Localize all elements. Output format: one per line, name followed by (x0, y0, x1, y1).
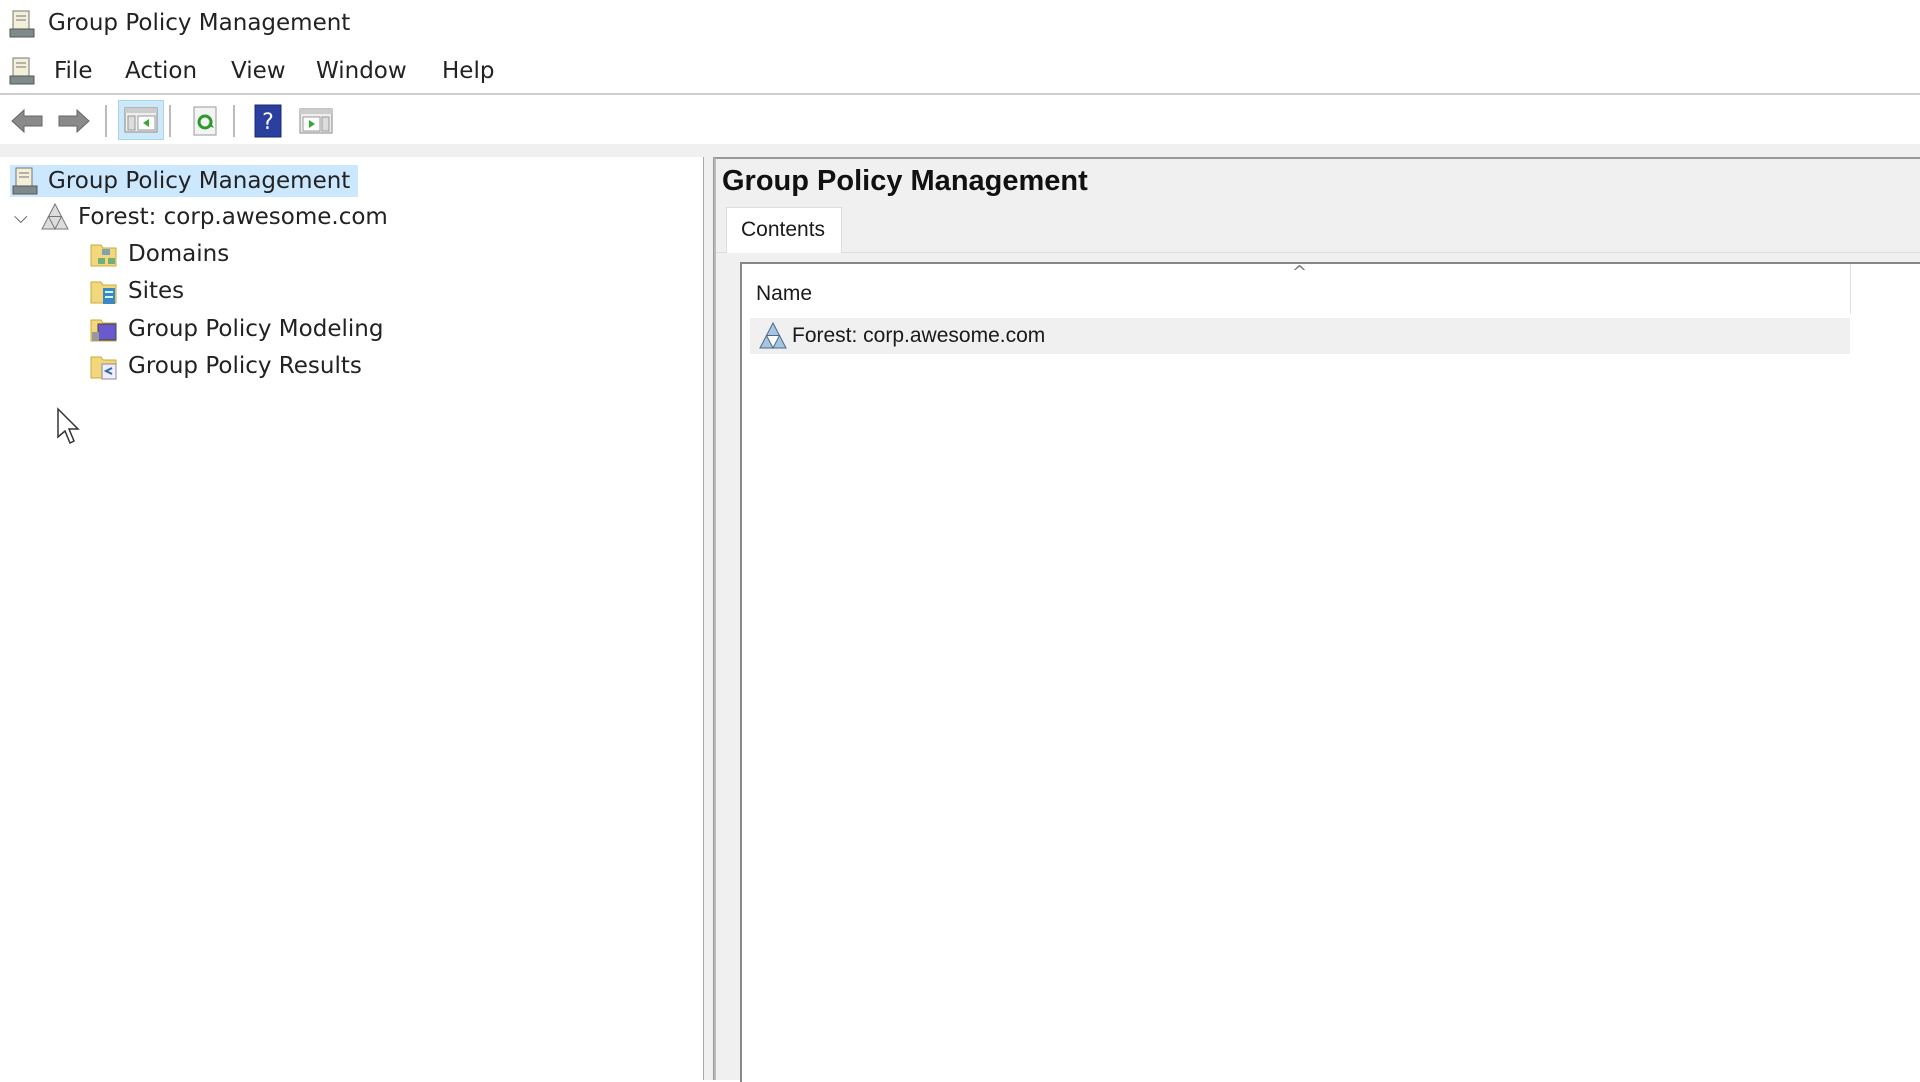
tree-item-label: Group Policy Results (128, 353, 362, 379)
pane-splitter[interactable] (704, 157, 714, 1080)
domains-folder-icon (90, 244, 117, 267)
column-divider[interactable] (1850, 264, 1851, 314)
toolbar-separator (105, 105, 107, 137)
refresh-button[interactable] (186, 103, 224, 139)
tree-item-group-policy-modeling[interactable]: Group Policy Modeling (90, 313, 383, 345)
menu-view[interactable]: View (231, 58, 286, 84)
chevron-down-icon[interactable]: ⌵ (14, 207, 40, 228)
contents-list: ^ Name Forest: corp.awesome.com (740, 262, 1920, 1082)
menu-bar: File Action View Window Help (0, 50, 1920, 95)
menu-help[interactable]: Help (442, 58, 494, 84)
help-icon: ? (254, 104, 282, 138)
show-hide-action-pane-button[interactable] (297, 103, 335, 139)
menu-file[interactable]: File (54, 58, 93, 84)
svg-text:?: ? (262, 110, 274, 135)
tree-item-group-policy-management[interactable]: Group Policy Management (10, 165, 359, 197)
tree-item-domains[interactable]: Domains (90, 238, 229, 270)
action-pane-icon (299, 108, 333, 134)
gpm-app-icon (9, 10, 35, 38)
toolbar-separator (233, 105, 235, 137)
tree-item-forest[interactable]: ⌵ Forest: corp.awesome.com (14, 201, 388, 233)
refresh-icon (193, 106, 217, 136)
back-button[interactable] (8, 103, 46, 139)
forest-icon (41, 202, 69, 231)
menu-action[interactable]: Action (125, 58, 197, 84)
results-icon (90, 356, 117, 380)
tree-item-label: Forest: corp.awesome.com (78, 204, 388, 230)
system-menu-icon[interactable] (8, 56, 36, 86)
list-item-label: Forest: corp.awesome.com (792, 324, 1046, 347)
toolbar: ? (0, 97, 1920, 144)
forward-button[interactable] (55, 103, 93, 139)
toolbar-divider (0, 144, 1920, 157)
tree-item-label: Group Policy Modeling (128, 316, 384, 342)
gpm-icon (12, 167, 38, 195)
window-title: Group Policy Management (48, 10, 351, 36)
column-header-name[interactable]: Name (756, 282, 812, 306)
modeling-icon (90, 319, 117, 342)
tree-item-sites[interactable]: Sites (90, 275, 184, 307)
console-tree-icon (124, 107, 158, 133)
menu-window[interactable]: Window (316, 58, 407, 84)
help-button[interactable]: ? (249, 103, 287, 139)
forward-icon (58, 108, 90, 134)
forest-icon (759, 321, 787, 350)
sites-folder-icon (90, 281, 117, 304)
console-tree: Group Policy Management ⌵ Forest: corp.a… (0, 157, 704, 1080)
show-hide-console-tree-button[interactable] (118, 100, 164, 140)
list-item-forest[interactable]: Forest: corp.awesome.com (750, 318, 1850, 354)
tree-item-label: Sites (128, 278, 185, 304)
toolbar-separator (169, 105, 171, 137)
tab-divider (716, 252, 1920, 253)
details-title: Group Policy Management (722, 165, 1088, 197)
tree-item-label: Group Policy Management (48, 168, 351, 194)
tree-item-label: Domains (128, 241, 230, 267)
tree-item-group-policy-results[interactable]: Group Policy Results (90, 350, 362, 382)
sort-ascending-icon: ^ (1292, 262, 1308, 283)
tab-contents[interactable]: Contents (726, 207, 842, 253)
back-icon (11, 108, 43, 134)
title-bar: Group Policy Management (0, 0, 1920, 50)
mouse-cursor-icon (57, 407, 80, 445)
details-pane: Group Policy Management Contents ^ Name … (714, 157, 1920, 1082)
